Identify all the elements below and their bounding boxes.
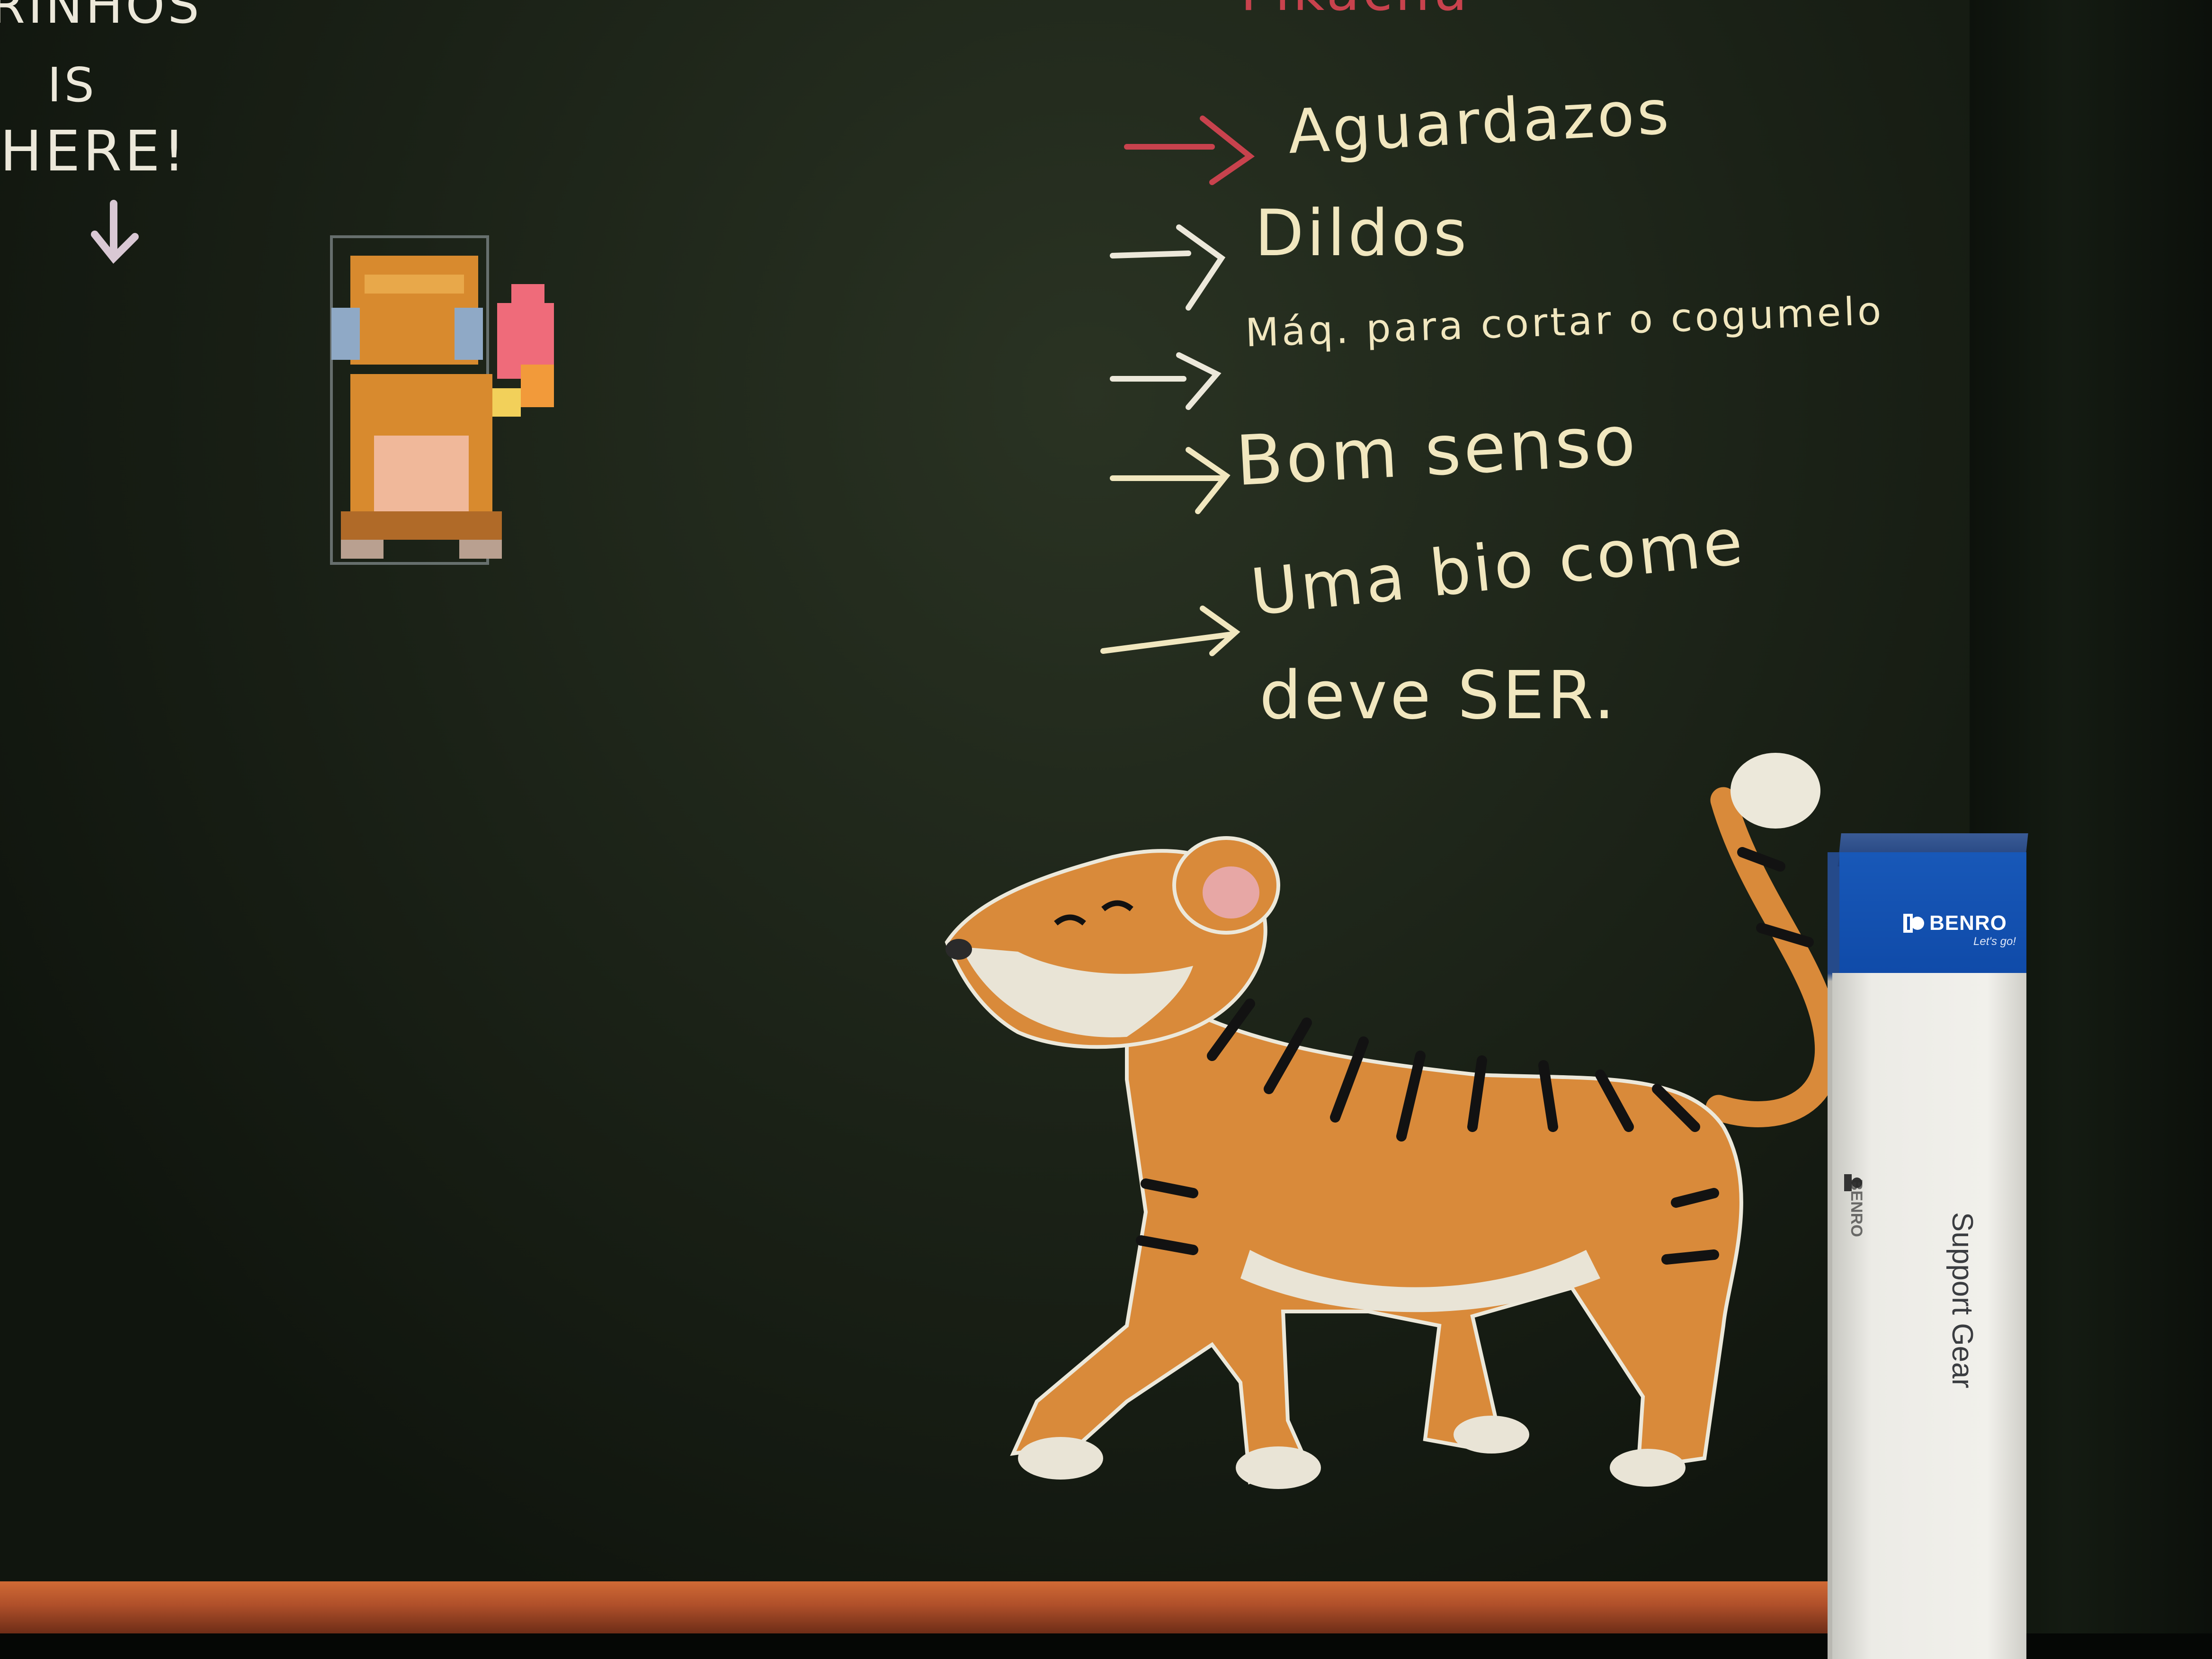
box-brand: BENRO bbox=[1929, 911, 2007, 935]
arrow-icon bbox=[1124, 116, 1255, 185]
box-body bbox=[1832, 973, 2026, 1659]
photo-scene: RINHOS IS HERE! Pikachu Aguardazos Dildo… bbox=[0, 0, 2212, 1659]
down-arrow-icon bbox=[91, 200, 139, 264]
arrow-icon bbox=[1110, 352, 1222, 410]
arrow-icon bbox=[1100, 606, 1240, 656]
tiger-drawing bbox=[945, 753, 1841, 1489]
pixel-art-character bbox=[330, 235, 554, 565]
box-side-brand: BENRO bbox=[1847, 1179, 1865, 1237]
box-product-name: Support Gear bbox=[1946, 1212, 1979, 1389]
box-tagline: Let's go! bbox=[1973, 935, 2016, 948]
arrow-icon bbox=[1110, 447, 1231, 514]
benro-logo-icon bbox=[1903, 914, 1924, 933]
arrow-icon bbox=[1110, 224, 1226, 311]
